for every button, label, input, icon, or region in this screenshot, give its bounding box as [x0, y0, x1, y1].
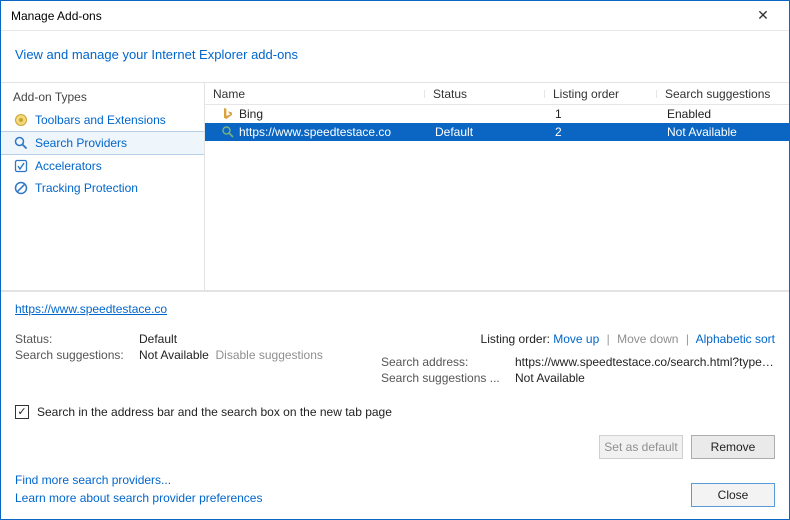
close-icon[interactable]: ✕	[745, 7, 781, 24]
sidebar: Add-on Types Toolbars and Extensions Sea…	[1, 83, 205, 290]
sugg-value: Not Available	[139, 348, 209, 362]
col-header-name[interactable]: Name	[205, 87, 425, 101]
find-more-providers-link[interactable]: Find more search providers...	[15, 471, 691, 489]
details-pane: https://www.speedtestace.co Status: Defa…	[1, 291, 789, 467]
accelerator-icon	[13, 158, 29, 174]
cell-sugg: Not Available	[659, 125, 789, 139]
col-header-sugg[interactable]: Search suggestions	[657, 87, 789, 101]
footer: Find more search providers... Learn more…	[1, 467, 789, 519]
sidebar-item-label: Accelerators	[35, 159, 102, 173]
col-header-status[interactable]: Status	[425, 87, 545, 101]
search-in-address-bar-checkbox-row[interactable]: ✓ Search in the address bar and the sear…	[15, 405, 775, 419]
cell-order: 2	[547, 125, 659, 139]
puzzle-icon	[13, 112, 29, 128]
status-label: Status:	[15, 332, 139, 346]
details-buttons: Set as default Remove	[15, 435, 775, 459]
sidebar-item-label: Tracking Protection	[35, 181, 138, 195]
manage-addons-window: Manage Add-ons ✕ View and manage your In…	[0, 0, 790, 520]
checkbox-icon[interactable]: ✓	[15, 405, 29, 419]
checkbox-label: Search in the address bar and the search…	[37, 405, 392, 419]
cell-status: Default	[427, 125, 547, 139]
search-icon	[13, 135, 29, 151]
table-row[interactable]: Bing 1 Enabled	[205, 105, 789, 123]
sidebar-item-toolbars[interactable]: Toolbars and Extensions	[1, 109, 204, 131]
body: Add-on Types Toolbars and Extensions Sea…	[1, 82, 789, 291]
cell-name: https://www.speedtestace.co	[239, 125, 391, 139]
move-up-link[interactable]: Move up	[553, 332, 599, 346]
sidebar-item-label: Search Providers	[35, 136, 127, 150]
search-address-value: https://www.speedtestace.co/search.html?…	[515, 355, 775, 369]
details-right: Listing order: Move up | Move down | Alp…	[381, 332, 775, 387]
listing-order-label: Listing order:	[481, 332, 550, 346]
manage-addons-link[interactable]: View and manage your Internet Explorer a…	[15, 47, 298, 62]
bing-icon	[221, 107, 235, 121]
details-columns: Status: Default Search suggestions: Not …	[15, 332, 775, 387]
cell-name: Bing	[239, 107, 263, 121]
prohibit-icon	[13, 180, 29, 196]
set-as-default-button: Set as default	[599, 435, 683, 459]
search-sugg2-value: Not Available	[515, 371, 585, 385]
cell-sugg: Enabled	[659, 107, 789, 121]
sidebar-group-label: Add-on Types	[1, 87, 204, 109]
close-button[interactable]: Close	[691, 483, 775, 507]
sidebar-item-search-providers[interactable]: Search Providers	[1, 131, 204, 155]
col-header-order[interactable]: Listing order	[545, 87, 657, 101]
sidebar-item-tracking-protection[interactable]: Tracking Protection	[1, 177, 204, 199]
alpha-sort-link[interactable]: Alphabetic sort	[696, 332, 775, 346]
search-address-label: Search address:	[381, 355, 515, 369]
search-sugg2-label: Search suggestions ...	[381, 371, 515, 385]
disable-suggestions-link: Disable suggestions	[216, 348, 323, 362]
selection-title-link[interactable]: https://www.speedtestace.co	[15, 302, 775, 322]
header-link-row: View and manage your Internet Explorer a…	[1, 31, 789, 82]
table-header: Name Status Listing order Search suggest…	[205, 83, 789, 105]
status-value: Default	[139, 332, 177, 346]
learn-more-link[interactable]: Learn more about search provider prefere…	[15, 489, 691, 507]
remove-button[interactable]: Remove	[691, 435, 775, 459]
sidebar-item-accelerators[interactable]: Accelerators	[1, 155, 204, 177]
sugg-label: Search suggestions:	[15, 348, 139, 362]
sidebar-item-label: Toolbars and Extensions	[35, 113, 166, 127]
details-left: Status: Default Search suggestions: Not …	[15, 332, 351, 387]
search-icon	[221, 125, 235, 139]
table-row[interactable]: https://www.speedtestace.co Default 2 No…	[205, 123, 789, 141]
main-list: Name Status Listing order Search suggest…	[205, 83, 789, 290]
cell-order: 1	[547, 107, 659, 121]
window-title: Manage Add-ons	[9, 9, 745, 23]
titlebar: Manage Add-ons ✕	[1, 1, 789, 31]
move-down-link: Move down	[617, 332, 678, 346]
